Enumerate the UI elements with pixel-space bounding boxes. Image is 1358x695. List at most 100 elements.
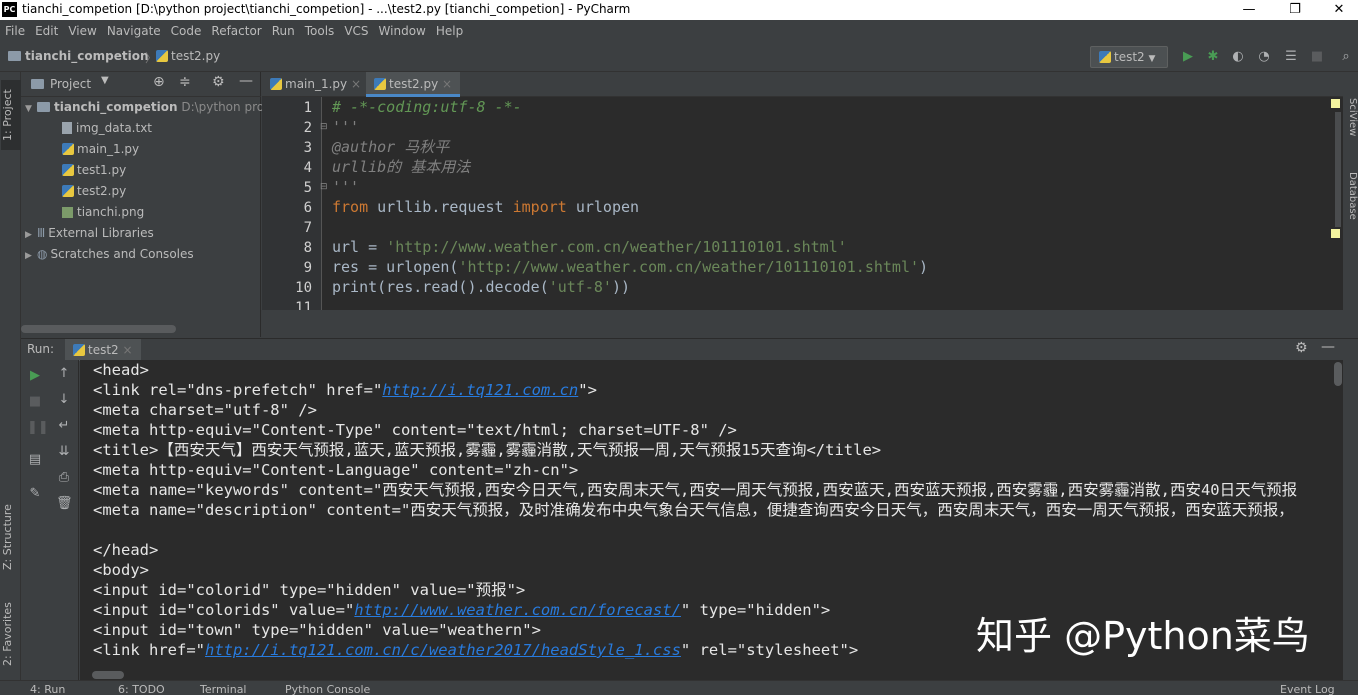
console-line: <meta http-equiv="Content-Type" content=… [93, 421, 737, 439]
console-horizontal-scrollbar[interactable] [92, 671, 124, 679]
console-line: <input id="colorid" type="hidden" value=… [93, 581, 526, 599]
gear-icon[interactable]: ⚙ [212, 74, 225, 90]
console-line: <meta charset="utf-8" /> [93, 401, 317, 419]
pin-icon[interactable]: ✎ [27, 486, 43, 502]
locate-file-icon[interactable]: ⊕ [153, 74, 165, 90]
console-line: <body> [93, 561, 149, 579]
close-icon[interactable]: × [442, 77, 452, 91]
tool-tab-database[interactable]: Database [1344, 172, 1358, 232]
menu-code[interactable]: Code [166, 20, 207, 42]
close-icon[interactable]: × [123, 343, 133, 357]
menu-file[interactable]: File [0, 20, 30, 42]
inspection-marker[interactable] [1331, 229, 1340, 238]
code-editor[interactable]: 1 2 3 4 5 6 7 8 9 10 11 ⊟ ⊟ # -*-coding:… [262, 97, 1343, 310]
bottom-tab-run[interactable]: 4: Run [30, 683, 65, 695]
bottom-tab-event-log[interactable]: Event Log [1280, 683, 1335, 695]
run-configuration-select[interactable]: test2 ▼ [1090, 46, 1168, 68]
bottom-tab-todo[interactable]: 6: TODO [118, 683, 165, 695]
project-view-select[interactable]: Project [50, 77, 91, 91]
line-number: 1 [303, 100, 312, 116]
tree-item-test1[interactable]: test1.py [62, 160, 126, 181]
restore-layout-icon[interactable]: ▤ [27, 452, 43, 468]
inspection-marker[interactable] [1331, 99, 1340, 108]
chevron-down-icon[interactable]: ▼ [101, 75, 109, 86]
menu-tools[interactable]: Tools [300, 20, 340, 42]
menu-view[interactable]: View [63, 20, 101, 42]
stop-icon[interactable]: ■ [27, 394, 43, 410]
scroll-down-icon[interactable]: ↓ [56, 392, 72, 408]
menu-window[interactable]: Window [374, 20, 431, 42]
debug-icon[interactable]: ✱ [1205, 49, 1221, 65]
project-horizontal-scrollbar[interactable] [21, 325, 176, 333]
line-number-gutter: 1 2 3 4 5 6 7 8 9 10 11 ⊟ ⊟ [262, 97, 328, 310]
editor-vertical-scrollbar[interactable] [1335, 112, 1341, 227]
tool-tab-structure[interactable]: Z: Structure [1, 492, 21, 582]
line-number: 6 [303, 200, 312, 216]
run-icon[interactable]: ▶ [1180, 49, 1196, 65]
run-toolbar: ▶ ↑ ■ ↓ ❚❚ ↵ ⇊ ▤ ⎙ ✎ 🗑 [21, 360, 79, 680]
menu-vcs[interactable]: VCS [339, 20, 373, 42]
tab-test2[interactable]: test2.py × [366, 72, 461, 97]
menu-refactor[interactable]: Refactor [206, 20, 266, 42]
code-line: url = 'http://www.weather.com.cn/weather… [332, 238, 847, 256]
search-icon[interactable]: ⌕ [1338, 49, 1354, 65]
print-icon[interactable]: ⎙ [56, 470, 72, 486]
close-window-button[interactable]: ✕ [1316, 0, 1358, 20]
tool-tab-project[interactable]: 1: Project [1, 80, 21, 150]
coverage-icon[interactable]: ◐ [1230, 49, 1246, 65]
stop-icon[interactable]: ■ [1309, 49, 1325, 65]
minimize-button[interactable]: — [1226, 0, 1272, 20]
console-line: <meta name="description" content="西安天气预报… [93, 501, 1294, 519]
console-line: <head> [93, 361, 149, 379]
hide-panel-icon[interactable]: — [239, 73, 253, 89]
console-hyperlink[interactable]: http://www.weather.com.cn/forecast/ [354, 601, 681, 619]
fold-icon[interactable]: ⊟ [320, 182, 328, 192]
tree-item-external-libraries[interactable]: ▶ Ⅲ External Libraries [25, 223, 154, 244]
gear-icon[interactable]: ⚙ [1295, 340, 1308, 356]
collapse-all-icon[interactable]: ≑ [179, 74, 191, 90]
rerun-icon[interactable]: ▶ [27, 368, 43, 384]
title-bar: PC tianchi_competion [D:\python project\… [0, 0, 1358, 20]
chevron-right-icon: ▶ [25, 230, 32, 240]
console-hyperlink[interactable]: http://i.tq121.com.cn/c/weather2017/head… [205, 641, 681, 659]
hide-panel-icon[interactable]: — [1321, 339, 1335, 355]
menu-help[interactable]: Help [431, 20, 468, 42]
chevron-down-icon: ▼ [1148, 54, 1156, 64]
soft-wrap-icon[interactable]: ↵ [56, 418, 72, 434]
pause-icon[interactable]: ❚❚ [27, 420, 49, 436]
tree-item-img-data[interactable]: img_data.txt [62, 118, 152, 139]
tool-tab-sciview[interactable]: SciView [1344, 98, 1358, 148]
tree-item-test2[interactable]: test2.py [62, 181, 126, 202]
line-number: 7 [303, 220, 312, 236]
scroll-up-icon[interactable]: ↑ [56, 366, 72, 382]
tool-tab-favorites[interactable]: 2: Favorites [1, 594, 21, 674]
folder-icon [8, 51, 21, 61]
folder-icon [31, 77, 48, 91]
run-panel-label: Run: [27, 342, 55, 356]
bottom-tab-terminal[interactable]: Terminal [200, 683, 247, 695]
fold-icon[interactable]: ⊟ [320, 122, 328, 132]
python-file-icon [62, 143, 74, 155]
tree-item-main-1[interactable]: main_1.py [62, 139, 139, 160]
tree-item-scratches[interactable]: ▶ ◍ Scratches and Consoles [25, 244, 194, 265]
breadcrumb-project[interactable]: tianchi_competion [8, 49, 149, 63]
close-icon[interactable]: × [351, 77, 361, 91]
run-tab-test2[interactable]: test2 × [65, 339, 141, 361]
console-vertical-scrollbar[interactable] [1334, 362, 1342, 386]
trash-icon[interactable]: 🗑 [56, 496, 73, 512]
menu-bar: File Edit View Navigate Code Refactor Run Tools… [0, 20, 1358, 42]
maximize-button[interactable]: ❐ [1272, 0, 1318, 20]
menu-navigate[interactable]: Navigate [102, 20, 166, 42]
tab-main-1[interactable]: main_1.py × [262, 72, 369, 97]
scroll-to-end-icon[interactable]: ⇊ [56, 444, 72, 460]
breadcrumb-file[interactable]: test2.py [156, 49, 220, 63]
library-icon: Ⅲ [37, 226, 46, 240]
tree-item-tianchi-png[interactable]: tianchi.png [62, 202, 144, 223]
tree-root[interactable]: ▼ tianchi_competion D:\python proj [25, 97, 267, 118]
bottom-tab-python-console[interactable]: Python Console [285, 683, 370, 695]
console-hyperlink[interactable]: http://i.tq121.com.cn [382, 381, 578, 399]
profile-icon[interactable]: ◔ [1256, 49, 1272, 65]
menu-edit[interactable]: Edit [30, 20, 63, 42]
concurrency-icon[interactable]: ☰ [1283, 49, 1299, 65]
menu-run[interactable]: Run [267, 20, 300, 42]
